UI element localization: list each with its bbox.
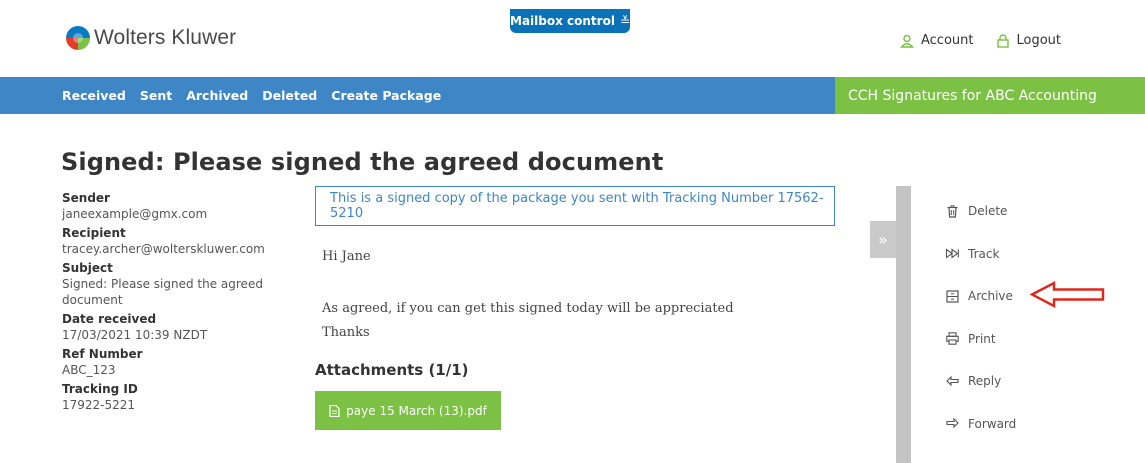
trash-icon <box>947 205 958 218</box>
tracking-id-value: 17922-5221 <box>62 398 136 412</box>
double-chevron-down-icon: ≚ <box>619 14 630 28</box>
nav-create-package[interactable]: Create Package <box>331 88 441 103</box>
product-brand-bar: CCH Signatures for ABC Accounting <box>835 77 1145 114</box>
archive-icon <box>946 290 959 303</box>
logo-text: Wolters Kluwer <box>94 26 237 49</box>
account-label: Account <box>921 33 974 48</box>
reply-label: Reply <box>968 374 1002 389</box>
tracking-id-label: Tracking ID <box>62 382 138 396</box>
date-received-label: Date received <box>62 312 157 326</box>
page-title: Signed: Please signed the agreed documen… <box>61 148 664 176</box>
double-chevron-right-icon: » <box>878 230 888 249</box>
wolters-kluwer-logo[interactable]: Wolters Kluwer <box>66 26 236 50</box>
message-greeting: Hi Jane <box>322 249 371 264</box>
attachment-download-button[interactable]: paye 15 March (13).pdf <box>315 391 501 430</box>
account-link[interactable]: Account <box>900 33 974 48</box>
forward-icon <box>946 417 959 429</box>
lock-icon <box>996 33 1009 48</box>
nav-sent[interactable]: Sent <box>140 88 172 103</box>
subject-value: Signed: Please signed the agreed documen… <box>62 277 263 307</box>
mailbox-control-button[interactable]: Mailbox control ≚ <box>510 9 630 33</box>
attachments-title: Attachments (1/1) <box>315 361 469 379</box>
logout-label: Logout <box>1016 33 1062 48</box>
message-closing: Thanks <box>322 325 370 340</box>
ref-number-label: Ref Number <box>62 347 143 361</box>
delete-action[interactable]: Delete <box>946 190 1016 233</box>
ref-number-value: ABC_123 <box>62 363 116 377</box>
attachment-filename: paye 15 March (13).pdf <box>346 403 487 418</box>
delete-label: Delete <box>968 204 1008 219</box>
recipient-label: Recipient <box>62 226 126 240</box>
archive-action[interactable]: Archive <box>946 275 1016 318</box>
user-icon <box>900 34 914 48</box>
nav-deleted[interactable]: Deleted <box>262 88 317 103</box>
subject-label: Subject <box>62 261 113 275</box>
logout-link[interactable]: Logout <box>996 33 1062 48</box>
action-list: Delete Track Archive Print Reply Forward <box>946 190 1016 445</box>
top-links: Account Logout <box>900 33 1083 48</box>
document-icon <box>329 404 340 417</box>
message-metadata: Sender janeexample@gmx.com Recipient tra… <box>62 190 272 413</box>
sidebar-rail <box>896 186 911 463</box>
message-body: As agreed, if you can get this signed to… <box>322 301 734 316</box>
reply-action[interactable]: Reply <box>946 360 1016 403</box>
archive-label: Archive <box>968 289 1013 304</box>
reply-icon <box>946 375 959 387</box>
recipient-value: tracey.archer@wolterskluwer.com <box>62 242 265 256</box>
date-received-value: 17/03/2021 10:39 NZDT <box>62 328 208 342</box>
nav-archived[interactable]: Archived <box>186 88 248 103</box>
nav-received[interactable]: Received <box>62 88 126 103</box>
sender-value: janeexample@gmx.com <box>62 207 208 221</box>
collapse-sidebar-button[interactable]: » <box>870 221 896 258</box>
globe-logo-icon <box>66 26 90 50</box>
forward-action[interactable]: Forward <box>946 403 1016 446</box>
print-label: Print <box>968 331 996 346</box>
mailbox-control-label: Mailbox control <box>510 14 615 28</box>
main-nav: Received Sent Archived Deleted Create Pa… <box>0 77 835 114</box>
forward-label: Forward <box>968 416 1017 431</box>
red-arrow-annotation <box>1030 281 1105 308</box>
printer-icon <box>946 332 959 345</box>
print-action[interactable]: Print <box>946 318 1016 361</box>
signed-copy-notice: This is a signed copy of the package you… <box>315 186 835 226</box>
track-label: Track <box>968 246 1000 261</box>
track-action[interactable]: Track <box>946 233 1016 276</box>
sender-label: Sender <box>62 191 110 205</box>
track-icon <box>946 248 959 259</box>
